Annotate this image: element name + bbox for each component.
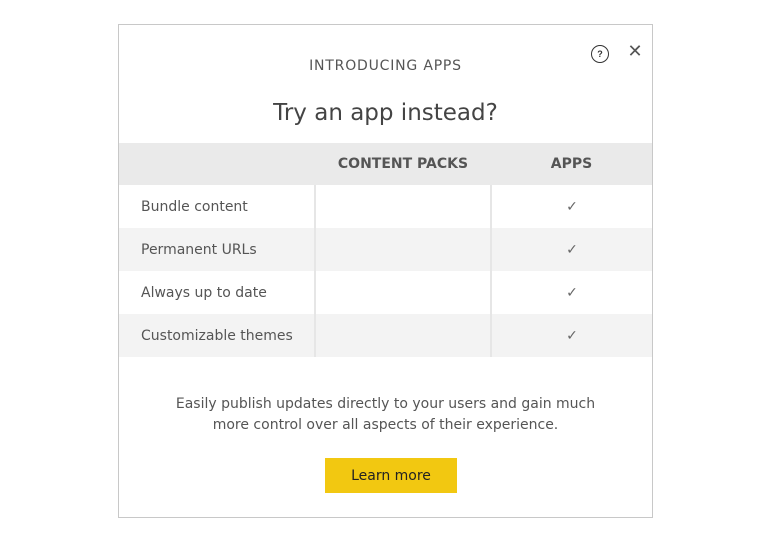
content-packs-cell xyxy=(314,185,491,228)
content-packs-cell xyxy=(314,271,491,314)
checkmark-icon: ✓ xyxy=(566,327,578,344)
dialog-eyebrow: INTRODUCING APPS xyxy=(309,58,462,74)
table-row: Permanent URLs ✓ xyxy=(119,228,652,271)
feature-label: Customizable themes xyxy=(119,314,315,357)
feature-label: Always up to date xyxy=(119,271,315,314)
header-apps: APPS xyxy=(491,143,652,185)
apps-cell: ✓ xyxy=(490,314,652,357)
checkmark-icon: ✓ xyxy=(566,241,578,258)
description-text: Easily publish updates directly to your … xyxy=(175,396,596,433)
apps-cell: ✓ xyxy=(490,228,652,271)
checkmark-icon: ✓ xyxy=(566,284,578,301)
checkmark-icon: ✓ xyxy=(566,198,578,215)
content-packs-cell xyxy=(314,228,491,271)
introducing-apps-dialog: ? ✕ INTRODUCING APPS Try an app instead?… xyxy=(118,24,653,518)
table-row: Bundle content ✓ xyxy=(119,185,652,228)
table-row: Customizable themes ✓ xyxy=(119,314,652,357)
header-feature xyxy=(119,143,315,185)
learn-more-button[interactable]: Learn more xyxy=(325,458,457,493)
table-header-row: CONTENT PACKS APPS xyxy=(119,143,652,185)
apps-cell: ✓ xyxy=(490,185,652,228)
feature-label: Permanent URLs xyxy=(119,228,315,271)
table-row: Always up to date ✓ xyxy=(119,271,652,314)
comparison-table: CONTENT PACKS APPS Bundle content ✓ Perm… xyxy=(119,143,652,357)
dialog-title: Try an app instead? xyxy=(273,100,498,127)
header-content-packs: CONTENT PACKS xyxy=(315,143,491,185)
content-packs-cell xyxy=(314,314,491,357)
feature-label: Bundle content xyxy=(119,185,315,228)
apps-cell: ✓ xyxy=(490,271,652,314)
